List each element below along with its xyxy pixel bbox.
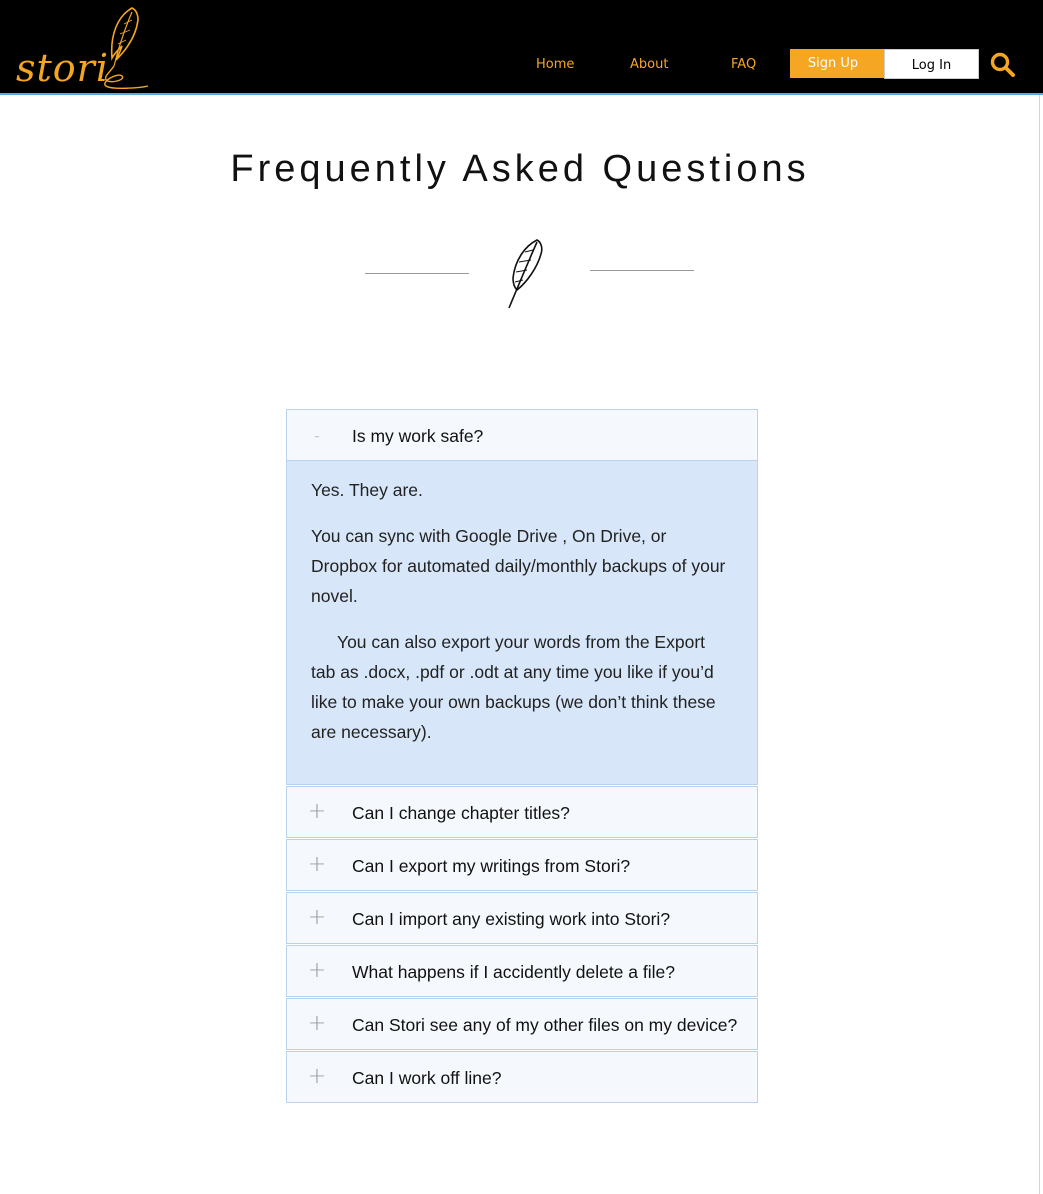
faq-answer: Yes. They are. You can sync with Google …: [287, 460, 757, 784]
faq-question-text: What happens if I accidently delete a fi…: [352, 962, 675, 982]
page-title: Frequently Asked Questions: [230, 148, 810, 190]
nav-link-home[interactable]: Home: [536, 57, 574, 72]
faq-question-text: Can I work off line?: [352, 1068, 502, 1088]
expand-icon[interactable]: +: [307, 999, 327, 1049]
faq-question-text: Can I change chapter titles?: [352, 803, 570, 823]
faq-question[interactable]: + Can I export my writings from Stori?: [287, 840, 757, 890]
expand-icon[interactable]: +: [307, 840, 327, 890]
sign-up-button[interactable]: Sign Up: [790, 49, 884, 78]
faq-question-text: Can I export my writings from Stori?: [352, 856, 631, 876]
faq-question-text: Is my work safe?: [352, 426, 484, 446]
faq-question[interactable]: + Can Stori see any of my other files on…: [287, 999, 757, 1049]
faq-item: + Can I export my writings from Stori?: [286, 839, 758, 891]
divider-line-left: [365, 273, 469, 274]
faq-item: + Can I work off line?: [286, 1051, 758, 1103]
search-icon[interactable]: [990, 52, 1016, 78]
faq-question-text: Can I import any existing work into Stor…: [352, 909, 671, 929]
faq-question[interactable]: + What happens if I accidently delete a …: [287, 946, 757, 996]
faq-item: - Is my work safe? Yes. They are. You ca…: [286, 409, 758, 785]
top-navbar: stori Home About FAQ Sign Up Log In: [0, 0, 1043, 95]
nav-link-faq[interactable]: FAQ: [731, 57, 756, 72]
faq-question[interactable]: - Is my work safe?: [287, 410, 757, 460]
faq-question-text: Can Stori see any of my other files on m…: [352, 1015, 738, 1035]
faq-item: + Can Stori see any of my other files on…: [286, 998, 758, 1050]
faq-question[interactable]: + Can I work off line?: [287, 1052, 757, 1102]
logo-text: stori: [16, 46, 109, 90]
divider-line-right: [590, 270, 694, 271]
faq-question[interactable]: + Can I import any existing work into St…: [287, 893, 757, 943]
feather-icon: [508, 239, 543, 309]
expand-icon[interactable]: +: [307, 946, 327, 996]
faq-item: + What happens if I accidently delete a …: [286, 945, 758, 997]
faq-item: + Can I change chapter titles?: [286, 786, 758, 838]
expand-icon[interactable]: +: [307, 1052, 327, 1102]
expand-icon[interactable]: +: [307, 787, 327, 837]
collapse-icon[interactable]: -: [307, 410, 327, 460]
faq-item: + Can I import any existing work into St…: [286, 892, 758, 944]
expand-icon[interactable]: +: [307, 893, 327, 943]
nav-link-about[interactable]: About: [630, 57, 668, 72]
faq-accordion: - Is my work safe? Yes. They are. You ca…: [286, 409, 758, 1103]
faq-answer-paragraph: You can also export your words from the …: [311, 632, 716, 742]
log-in-button[interactable]: Log In: [884, 49, 979, 79]
stori-logo[interactable]: stori: [14, 6, 150, 92]
faq-answer-paragraph: You can sync with Google Drive , On Driv…: [311, 526, 726, 606]
faq-answer-paragraph: Yes. They are.: [311, 480, 423, 500]
faq-question[interactable]: + Can I change chapter titles?: [287, 787, 757, 837]
